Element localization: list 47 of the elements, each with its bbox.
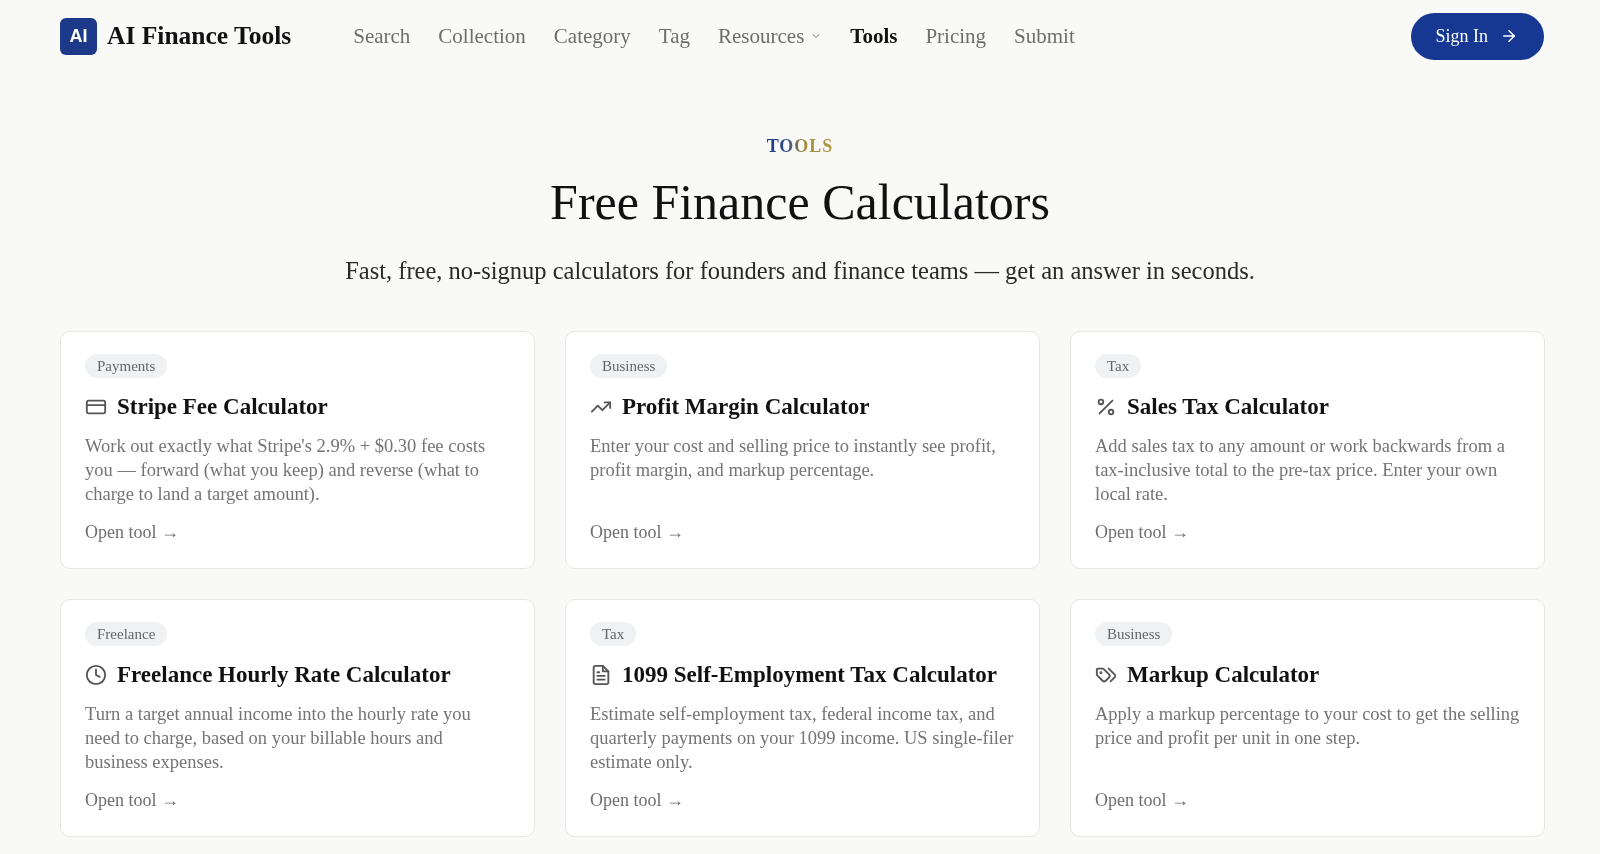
category-tag: Business xyxy=(590,354,668,378)
open-tool-link[interactable]: Open tool → xyxy=(590,520,684,544)
nav-link[interactable]: Collection xyxy=(438,23,526,49)
card-title: Stripe Fee Calculator xyxy=(117,393,328,421)
percent-icon xyxy=(1095,396,1117,418)
card-title: Sales Tax Calculator xyxy=(1127,393,1329,421)
nav-link[interactable]: Tools xyxy=(850,23,898,49)
document-icon xyxy=(590,664,612,686)
card-title: Markup Calculator xyxy=(1127,661,1320,689)
category-tag: Tax xyxy=(590,622,637,646)
card-title: Profit Margin Calculator xyxy=(622,393,870,421)
open-tool-link[interactable]: Open tool → xyxy=(85,788,179,812)
open-tool-link[interactable]: Open tool → xyxy=(1095,788,1189,812)
card-description: Work out exactly what Stripe's 2.9% + $0.30 fee costs you — forward (what you keep) and reverse (what to charge to land a target amount). xyxy=(85,435,487,506)
card-description: Turn a target annual income into the hourly rate you need to charge, based on your billable hours and business expenses. xyxy=(85,703,472,774)
tool-card[interactable]: Tax 1099 Self-Employment Tax Calculator Estimate self-employment tax, federal income tax, and quarterly payments on your 1099 income. US single-filer estimate only. Open tool → xyxy=(565,599,1040,837)
nav-link[interactable]: Category xyxy=(553,23,631,49)
sign-in-button[interactable]: Sign In xyxy=(1411,12,1544,60)
card-title: 1099 Self-Employment Tax Calculator xyxy=(622,661,998,689)
page-subtitle: Fast, free, no-signup calculators for founders and finance teams — get an answer in seconds. xyxy=(345,256,1255,286)
card-description: Enter your cost and selling price to instantly see profit, profit margin, and markup percentage. xyxy=(590,435,997,482)
card-description: Estimate self-employment tax, federal income tax, and quarterly payments on your 1099 income. US single-filer estimate only. xyxy=(590,703,1015,774)
tool-card[interactable]: Freelance Freelance Hourly Rate Calculator Turn a target annual income into the hourly rate you need to charge, based on your billable hours and business expenses. Open tool → xyxy=(60,599,535,837)
clock-icon xyxy=(85,664,107,686)
category-tag: Business xyxy=(1095,622,1173,646)
nav-link[interactable]: Pricing xyxy=(925,23,987,49)
tool-card[interactable]: Business Markup Calculator Apply a markup percentage to your cost to get the selling price and profit per unit in one step. Open tool → xyxy=(1070,599,1545,837)
open-tool-link[interactable]: Open tool → xyxy=(590,788,684,812)
logo-mark: AI xyxy=(60,17,97,55)
category-tag: Payments xyxy=(85,354,168,378)
site-name[interactable]: AI Finance Tools xyxy=(107,21,292,51)
nav-dropdown[interactable]: Resources xyxy=(718,23,823,49)
tool-card[interactable]: Business Profit Margin Calculator Enter your cost and selling price to instantly see profit, profit margin, and markup percentage. Open tool → xyxy=(565,331,1040,569)
nav-link[interactable]: Search xyxy=(353,23,411,49)
category-tag: Freelance xyxy=(85,622,168,646)
card-title: Freelance Hourly Rate Calculator xyxy=(117,661,451,689)
card-description: Add sales tax to any amount or work backwards from a tax-inclusive total to the pre-tax price. Enter your own local rate. xyxy=(1095,435,1506,506)
nav-link[interactable]: Tag xyxy=(658,23,691,49)
tool-card[interactable]: Tax Sales Tax Calculator Add sales tax to any amount or work backwards from a tax-inclusive total to the pre-tax price. Enter your own local rate. Open tool → xyxy=(1070,331,1545,569)
card-description: Apply a markup percentage to your cost to get the selling price and profit per unit in one step. xyxy=(1095,703,1520,750)
nav-link[interactable]: Submit xyxy=(1014,23,1075,49)
open-tool-link[interactable]: Open tool → xyxy=(1095,520,1189,544)
open-tool-link[interactable]: Open tool → xyxy=(85,520,179,544)
arrow-right-icon xyxy=(1500,27,1518,45)
tool-card[interactable]: Payments Stripe Fee Calculator Work out exactly what Stripe's 2.9% + $0.30 fee costs you — forward (what you keep) and reverse (what to charge to land a target amount). Open tool → xyxy=(60,331,535,569)
category-tag: Tax xyxy=(1095,354,1142,378)
page-title: Free Finance Calculators xyxy=(550,173,1050,231)
